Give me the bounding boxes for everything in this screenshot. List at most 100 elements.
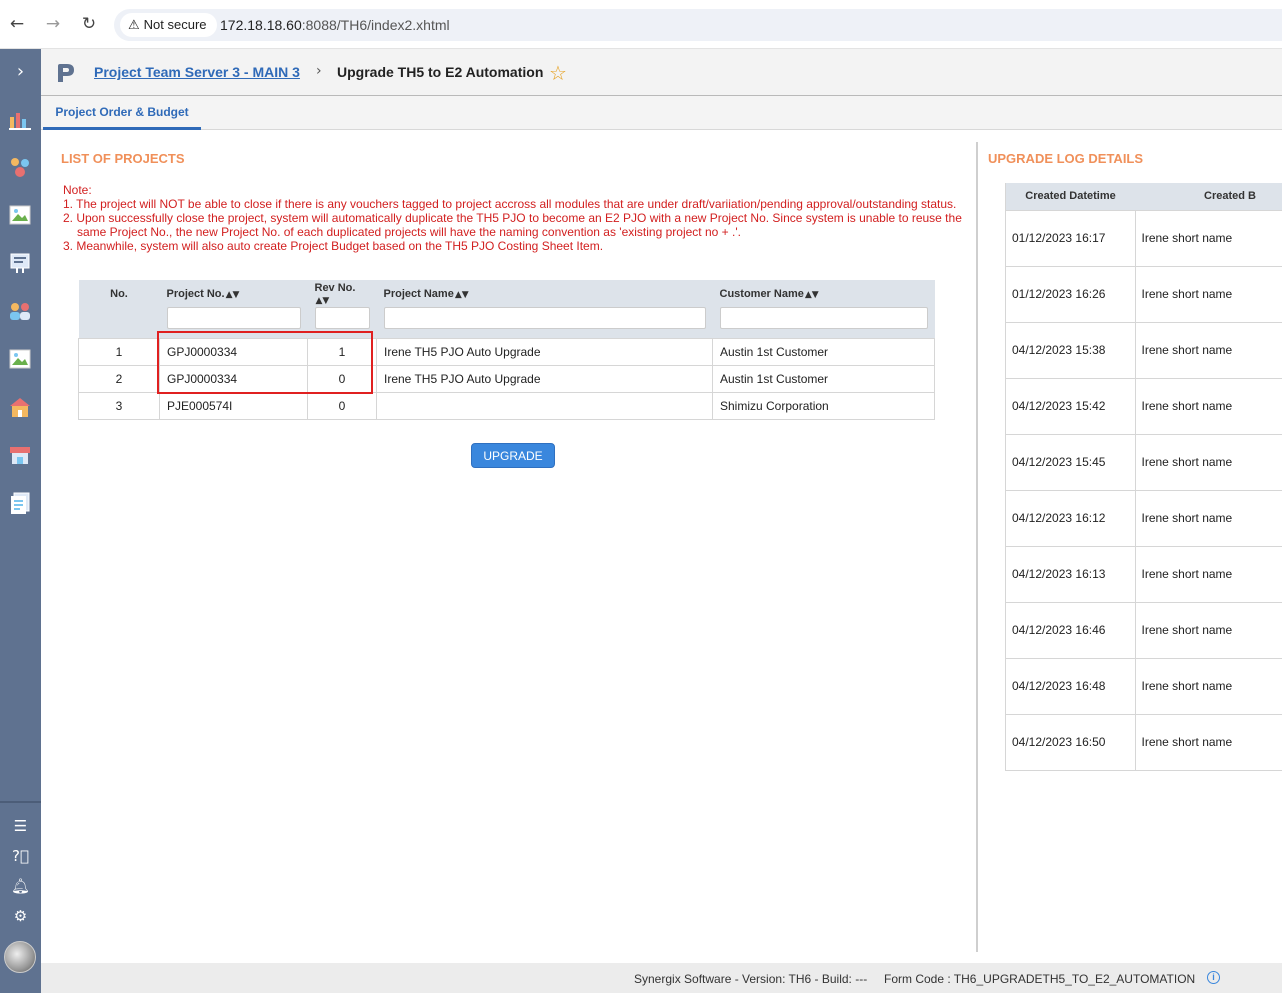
- log-created-by: Irene short name: [1135, 265, 1282, 322]
- reload-icon[interactable]: ↻: [77, 12, 101, 36]
- row-project-name: [376, 391, 713, 420]
- table-row[interactable]: 04/12/2023 15:38 Irene short name: [1006, 321, 1282, 378]
- footer-version: Synergix Software - Version: TH6 - Build…: [634, 972, 868, 986]
- table-row[interactable]: 04/12/2023 16:50 Irene short name: [1006, 713, 1282, 770]
- menu-icon[interactable]: ☰: [0, 817, 41, 835]
- log-table-container[interactable]: Created Datetime Created B 01/12/2023 16…: [1005, 183, 1282, 771]
- table-row[interactable]: 04/12/2023 16:46 Irene short name: [1006, 601, 1282, 658]
- table-row[interactable]: 04/12/2023 16:12 Irene short name: [1006, 489, 1282, 546]
- filter-cell: [376, 307, 713, 338]
- column-header-project-no[interactable]: Project No.▲▼: [159, 280, 308, 307]
- log-created-by: Irene short name: [1135, 209, 1282, 266]
- log-datetime: 04/12/2023 15:45: [1006, 433, 1136, 490]
- gear-icon[interactable]: ⚙: [0, 907, 41, 925]
- row-customer-name: Shimizu Corporation: [712, 391, 935, 420]
- note-line: 3. Meanwhile, system will also auto crea…: [63, 239, 604, 253]
- project-no-filter-input[interactable]: [166, 307, 301, 329]
- row-customer-name: Austin 1st Customer: [712, 337, 935, 366]
- broken-image-icon[interactable]: [8, 347, 32, 371]
- analytics-icon[interactable]: [8, 107, 32, 131]
- team-icon[interactable]: [8, 299, 32, 323]
- table-row[interactable]: 04/12/2023 15:45 Irene short name: [1006, 433, 1282, 490]
- breadcrumb-link[interactable]: Project Team Server 3 - MAIN 3: [94, 64, 300, 80]
- sidebar: › ☰ ?⃝ 🔔︎ ⚙: [0, 49, 41, 993]
- sort-icon[interactable]: ▲▼: [805, 290, 819, 300]
- column-header-customer-name[interactable]: Customer Name▲▼: [712, 280, 935, 307]
- log-datetime: 04/12/2023 15:38: [1006, 321, 1136, 378]
- page-header: Project Team Server 3 - MAIN 3 › Upgrade…: [41, 49, 1282, 96]
- tab-project-order-budget[interactable]: Project Order & Budget: [43, 96, 201, 130]
- row-no: 2: [78, 364, 160, 393]
- row-rev-no: 0: [307, 391, 377, 420]
- house-icon[interactable]: [8, 395, 32, 419]
- table-row[interactable]: 01/12/2023 16:17 Irene short name: [1006, 209, 1282, 266]
- filter-cell: [712, 307, 935, 338]
- browser-toolbar: ← → ↻ ⚠ Not secure 172.18.18.60:8088/TH6/…: [0, 0, 1282, 49]
- address-bar[interactable]: ⚠ Not secure 172.18.18.60:8088/TH6/index2…: [114, 9, 1282, 41]
- log-datetime: 04/12/2023 15:42: [1006, 377, 1136, 434]
- note-line: 2. Upon successfully close the project, …: [63, 211, 962, 225]
- log-created-by: Irene short name: [1135, 713, 1282, 770]
- people-network-icon[interactable]: [8, 155, 32, 179]
- log-datetime: 01/12/2023 16:26: [1006, 265, 1136, 322]
- table-row[interactable]: 04/12/2023 16:13 Irene short name: [1006, 545, 1282, 602]
- log-datetime: 01/12/2023 16:17: [1006, 209, 1136, 266]
- warning-icon: ⚠: [128, 18, 140, 33]
- log-section-title: UPGRADE LOG DETAILS: [988, 151, 1144, 166]
- back-arrow-icon[interactable]: ←: [5, 12, 29, 36]
- bell-icon[interactable]: 🔔︎: [0, 877, 41, 895]
- avatar[interactable]: [4, 941, 36, 973]
- sort-icon[interactable]: ▲▼: [226, 290, 240, 300]
- filter-cell: [78, 307, 160, 338]
- panel-divider: [976, 142, 978, 952]
- chevron-right-icon: ›: [316, 63, 322, 79]
- store-icon[interactable]: [8, 443, 32, 467]
- note-line: same Project No., the new Project No. of…: [77, 225, 741, 239]
- row-no: 1: [78, 337, 160, 366]
- star-icon[interactable]: ☆: [549, 61, 567, 85]
- customer-name-filter-input[interactable]: [719, 307, 928, 329]
- app-logo-icon[interactable]: [54, 62, 76, 84]
- row-no: 3: [78, 391, 160, 420]
- column-header-created-by: Created B: [1135, 183, 1282, 210]
- forward-arrow-icon[interactable]: →: [41, 12, 65, 36]
- row-project-name: Irene TH5 PJO Auto Upgrade: [376, 337, 713, 366]
- security-chip[interactable]: ⚠ Not secure: [120, 13, 217, 37]
- column-header-rev-no[interactable]: Rev No. ▲▼: [307, 280, 377, 307]
- upgrade-button[interactable]: UPGRADE: [471, 443, 555, 468]
- tab-bar: Project Order & Budget: [41, 96, 1282, 130]
- footer: Synergix Software - Version: TH6 - Build…: [41, 963, 1282, 993]
- forms-icon[interactable]: [8, 491, 32, 515]
- highlight-annotation-box: [157, 331, 373, 394]
- log-created-by: Irene short name: [1135, 545, 1282, 602]
- row-project-no: PJE000574I: [159, 391, 308, 420]
- table-row[interactable]: 3 PJE000574I 0 Shimizu Corporation: [78, 391, 935, 420]
- info-icon[interactable]: i: [1207, 971, 1220, 984]
- log-datetime: 04/12/2023 16:46: [1006, 601, 1136, 658]
- log-created-by: Irene short name: [1135, 377, 1282, 434]
- sidebar-divider: [0, 801, 41, 803]
- sort-icon[interactable]: ▲▼: [316, 296, 330, 306]
- document-board-icon[interactable]: [8, 251, 32, 275]
- footer-form-code: Form Code : TH6_UPGRADETH5_TO_E2_AUTOMAT…: [884, 972, 1196, 986]
- column-header-no: No.: [78, 280, 160, 307]
- row-customer-name: Austin 1st Customer: [712, 364, 935, 393]
- log-datetime: 04/12/2023 16:50: [1006, 713, 1136, 770]
- project-name-filter-input[interactable]: [383, 307, 706, 329]
- notes-block: Note: 1. The project will NOT be able to…: [63, 183, 968, 253]
- table-row[interactable]: 01/12/2023 16:26 Irene short name: [1006, 265, 1282, 322]
- broken-image-icon[interactable]: [8, 203, 32, 227]
- log-created-by: Irene short name: [1135, 433, 1282, 490]
- chevron-right-icon[interactable]: ›: [0, 49, 41, 95]
- sort-icon[interactable]: ▲▼: [455, 290, 469, 300]
- log-created-by: Irene short name: [1135, 489, 1282, 546]
- column-header-project-name[interactable]: Project Name▲▼: [376, 280, 713, 307]
- help-icon[interactable]: ?⃝: [0, 847, 41, 865]
- row-project-name: Irene TH5 PJO Auto Upgrade: [376, 364, 713, 393]
- table-row[interactable]: 04/12/2023 16:48 Irene short name: [1006, 657, 1282, 714]
- log-created-by: Irene short name: [1135, 601, 1282, 658]
- page-title: Upgrade TH5 to E2 Automation: [337, 64, 544, 80]
- rev-no-filter-input[interactable]: [314, 307, 370, 329]
- log-created-by: Irene short name: [1135, 321, 1282, 378]
- table-row[interactable]: 04/12/2023 15:42 Irene short name: [1006, 377, 1282, 434]
